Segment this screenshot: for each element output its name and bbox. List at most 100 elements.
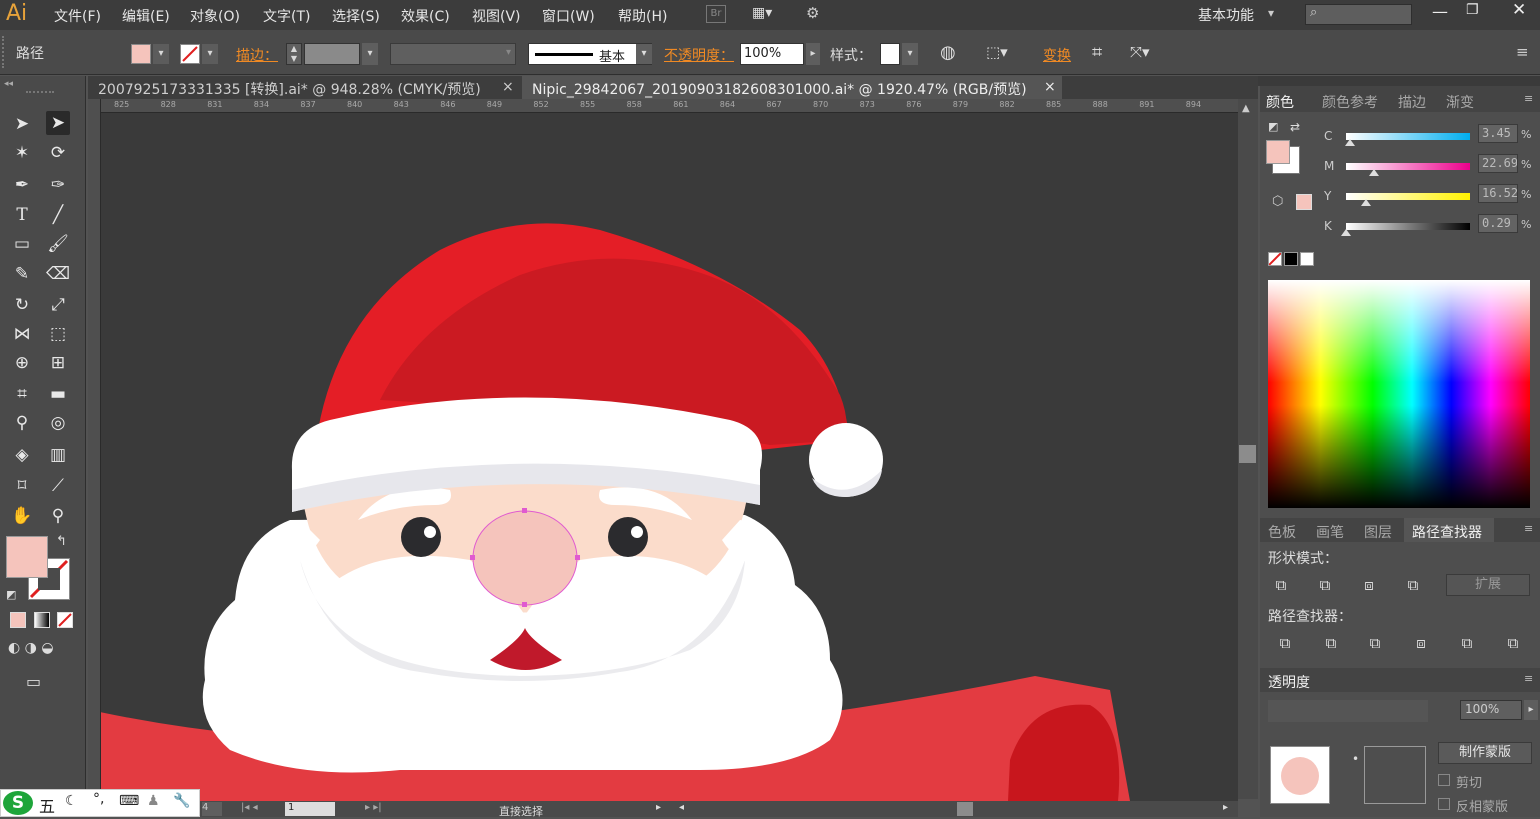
quick-none-swatch[interactable] (1268, 252, 1282, 266)
perspective-grid-tool-icon[interactable]: ⊞ (46, 351, 70, 375)
gradient-tool-icon[interactable]: ▬ (46, 382, 70, 406)
free-transform-tool-icon[interactable]: ⬚ (46, 322, 70, 346)
menu-edit[interactable]: 编辑(E) (122, 6, 170, 26)
tools-collapse-icon[interactable]: ◂◂ (4, 79, 13, 89)
divide-icon[interactable]: ⧉ (1274, 632, 1296, 654)
zoom-tool-icon[interactable]: ⚲ (46, 504, 70, 528)
zoom-field[interactable]: 4 (202, 802, 222, 816)
intersect-icon[interactable]: ⧈ (1358, 574, 1380, 596)
menu-select[interactable]: 选择(S) (332, 6, 380, 26)
direct-selection-tool-icon[interactable]: ➤ (46, 111, 70, 135)
tab-document-1[interactable]: 2007925173331335 [转换].ai* @ 948.28% (CMY… (88, 76, 520, 99)
tab-close-icon[interactable]: × (502, 79, 514, 95)
menu-object[interactable]: 对象(O) (190, 6, 240, 26)
isolate-selected-icon[interactable]: ⌗ (1092, 42, 1102, 63)
rectangle-tool-icon[interactable]: ▭ (10, 232, 34, 256)
stroke-weight-dropdown-icon[interactable]: ▾ (362, 43, 378, 65)
pathfinder-panel-menu-icon[interactable]: ≡ (1524, 522, 1533, 535)
workspace-dropdown-icon[interactable]: ▾ (1268, 6, 1274, 20)
scroll-right-icon[interactable]: ▸ (1223, 802, 1228, 813)
transparency-panel-menu-icon[interactable]: ≡ (1524, 672, 1533, 685)
tab-document-2[interactable]: Nipic_29842067_20190903182608301000.ai* … (522, 76, 1062, 99)
eyedropper-tool-icon[interactable]: ⚲ (10, 411, 34, 435)
channel-m-thumb[interactable] (1369, 169, 1380, 176)
tab-pathfinder[interactable]: 路径查找器 (1412, 522, 1482, 542)
nose-selected[interactable] (472, 510, 578, 606)
exclude-icon[interactable]: ⧉ (1402, 574, 1424, 596)
ime-punct-icon[interactable]: °, (93, 791, 104, 807)
in-gamut-swatch[interactable] (1296, 194, 1312, 210)
channel-m-slider[interactable] (1346, 163, 1470, 170)
horizontal-scroll-thumb[interactable] (957, 802, 973, 816)
artboard-nav-next-icon[interactable]: ▸ ▸| (365, 802, 382, 813)
blend-mode-dropdown[interactable] (1268, 700, 1428, 722)
panel-swap-colors-icon[interactable]: ⇄ (1290, 120, 1300, 134)
ime-moon-icon[interactable]: ☾ (65, 793, 78, 809)
lasso-tool-icon[interactable]: ⟳ (46, 141, 70, 165)
channel-y-value[interactable]: 16.52 (1478, 184, 1518, 203)
blend-tool-icon[interactable]: ◎ (46, 411, 70, 435)
menu-view[interactable]: 视图(V) (472, 6, 521, 26)
variable-width-profile[interactable]: ▾ (390, 43, 516, 65)
screen-mode-icon[interactable]: ▭ (26, 672, 41, 691)
anchor-point-right[interactable] (575, 555, 580, 560)
hand-tool-icon[interactable]: ✋ (10, 504, 34, 528)
selection-tool-icon[interactable]: ➤ (10, 112, 34, 136)
fill-swatch[interactable] (131, 44, 151, 64)
menu-file[interactable]: 文件(F) (54, 6, 101, 26)
artboard-tool-icon[interactable]: ⌑ (10, 474, 34, 498)
ime-lang[interactable]: 五 (39, 793, 55, 817)
menu-effect[interactable]: 效果(C) (401, 6, 450, 26)
ime-logo-icon[interactable]: S (3, 791, 33, 815)
out-of-gamut-icon[interactable]: ⬡ (1272, 194, 1283, 209)
align-to-selection-icon[interactable]: ⬚▾ (986, 43, 1008, 61)
graphic-style-dropdown-icon[interactable]: ▾ (902, 43, 918, 65)
ime-user-icon[interactable]: ♟ (147, 793, 160, 809)
opacity-label[interactable]: 不透明度： (664, 45, 734, 65)
bridge-button[interactable]: Br (706, 5, 726, 23)
ime-keyboard-icon[interactable]: ⌨ (119, 793, 139, 809)
channel-c-slider[interactable] (1346, 133, 1470, 140)
panel-dock-header[interactable] (1258, 76, 1540, 86)
object-thumbnail[interactable] (1270, 746, 1330, 804)
pencil-tool-icon[interactable]: ✎ (10, 262, 34, 286)
select-similar-icon[interactable]: ⤧▾ (1130, 43, 1150, 61)
menu-help[interactable]: 帮助(H) (618, 6, 667, 26)
stroke-weight-field[interactable] (304, 43, 360, 65)
anchor-point-bottom[interactable] (522, 602, 527, 607)
magic-wand-tool-icon[interactable]: ✶ (10, 141, 34, 165)
quick-black-swatch[interactable] (1284, 252, 1298, 266)
mesh-tool-icon[interactable]: ⌗ (10, 382, 34, 406)
ime-settings-icon[interactable]: 🔧 (173, 793, 190, 809)
stroke-weight-stepper[interactable]: ▲ ▼ (286, 43, 302, 65)
horizontal-scrollbar[interactable]: 4 |◂ ◂ 1 ▸ ▸| 直接选择 ▸ ◂ ▸ (101, 801, 1238, 818)
tab-stroke[interactable]: 描边 (1398, 92, 1426, 112)
make-mask-button[interactable]: 制作蒙版 (1438, 742, 1532, 764)
merge-icon[interactable]: ⧉ (1364, 632, 1386, 654)
pen-tool-icon[interactable]: ✒ (10, 173, 34, 197)
shape-builder-tool-icon[interactable]: ⊕ (10, 351, 34, 375)
tools-grip[interactable] (26, 91, 54, 95)
workspace-switcher[interactable]: 基本功能 (1198, 5, 1254, 25)
opacity-field[interactable]: 100% (740, 43, 804, 65)
drawing-modes-icon[interactable]: ◐ ◑ ◒ (8, 640, 54, 656)
quick-white-swatch[interactable] (1300, 252, 1314, 266)
transform-label[interactable]: 变换 (1043, 45, 1071, 65)
stroke-dropdown-icon[interactable]: ▾ (202, 44, 218, 64)
scroll-up-icon[interactable]: ▲ (1242, 103, 1250, 114)
control-bar-grip[interactable] (2, 36, 6, 68)
menu-type[interactable]: 文字(T) (263, 6, 310, 26)
close-window-icon[interactable]: ✕ (1512, 0, 1526, 20)
gradient-mode-icon[interactable] (34, 612, 50, 628)
curvature-tool-icon[interactable]: ✑ (46, 173, 70, 197)
channel-m-value[interactable]: 22.69 (1478, 154, 1518, 173)
crop-icon[interactable]: ⧈ (1410, 632, 1432, 654)
transparency-opacity-field[interactable]: 100% (1460, 700, 1522, 720)
slice-tool-icon[interactable]: ⟋ (46, 474, 70, 498)
line-segment-tool-icon[interactable]: ╱ (46, 203, 70, 227)
none-mode-icon[interactable] (57, 612, 73, 628)
invert-mask-checkbox[interactable] (1438, 798, 1450, 810)
type-tool-icon[interactable]: T (10, 203, 34, 227)
tab-transparency[interactable]: 透明度 (1268, 672, 1310, 692)
brush-definition[interactable]: 基本 ▾ (528, 43, 652, 65)
